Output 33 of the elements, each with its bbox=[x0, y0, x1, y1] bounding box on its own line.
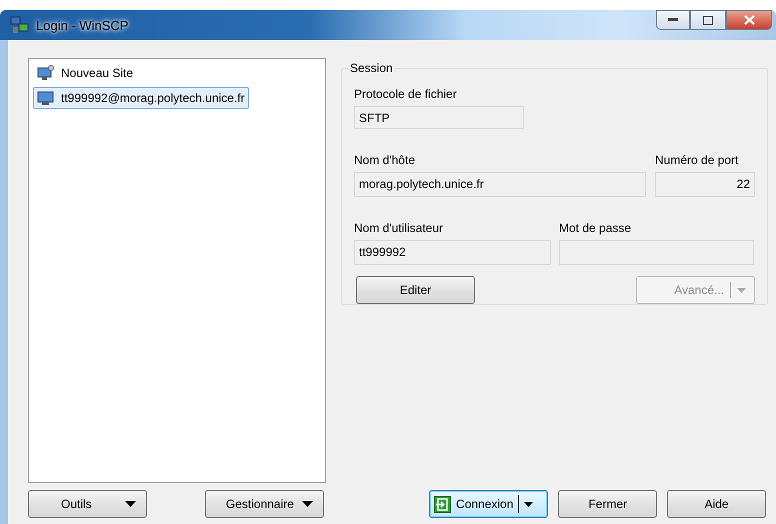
protocol-field[interactable]: SFTP bbox=[354, 106, 524, 129]
edit-button[interactable]: Editer bbox=[356, 276, 475, 304]
login-icon bbox=[434, 496, 452, 512]
group-title: Session bbox=[348, 61, 395, 75]
menu-button[interactable]: Outils bbox=[28, 490, 147, 518]
maximize-button[interactable] bbox=[690, 10, 726, 30]
maximize-icon bbox=[703, 16, 713, 24]
close-icon bbox=[744, 15, 754, 25]
dropdown-arrow-icon bbox=[737, 288, 746, 292]
dialog-button[interactable]: Aide bbox=[667, 490, 766, 518]
window-title: Login - WinSCP bbox=[36, 18, 128, 32]
monitor-gear-icon bbox=[37, 65, 55, 81]
field-label: Nom d'utilisateur bbox=[354, 221, 444, 235]
port-field[interactable]: 22 bbox=[655, 172, 755, 197]
dropdown-arrow-icon bbox=[524, 502, 534, 506]
site-item[interactable]: tt999992@morag.polytech.unice.fr bbox=[33, 87, 249, 109]
dialog-button[interactable]: Fermer bbox=[558, 490, 658, 518]
close-button[interactable] bbox=[726, 10, 772, 30]
field-label: Protocole de fichier bbox=[354, 87, 457, 101]
host-field[interactable]: morag.polytech.unice.fr bbox=[354, 172, 646, 197]
minimize-icon bbox=[668, 18, 678, 22]
connect-button[interactable]: Connexion bbox=[429, 490, 548, 518]
dropdown-arrow-icon bbox=[302, 501, 313, 507]
computers-icon bbox=[10, 16, 30, 34]
monitor-icon bbox=[37, 90, 55, 106]
dropdown-arrow-icon bbox=[124, 501, 136, 507]
field-label: Numéro de port bbox=[655, 153, 740, 167]
field-label: Mot de passe bbox=[559, 221, 632, 235]
menu-button[interactable]: Gestionnaire bbox=[204, 490, 324, 518]
field-label: Nom d'hôte bbox=[354, 153, 416, 167]
minimize-button[interactable] bbox=[656, 10, 690, 30]
username-field[interactable]: tt999992 bbox=[354, 240, 551, 265]
site-item[interactable]: Nouveau Site bbox=[33, 62, 138, 84]
